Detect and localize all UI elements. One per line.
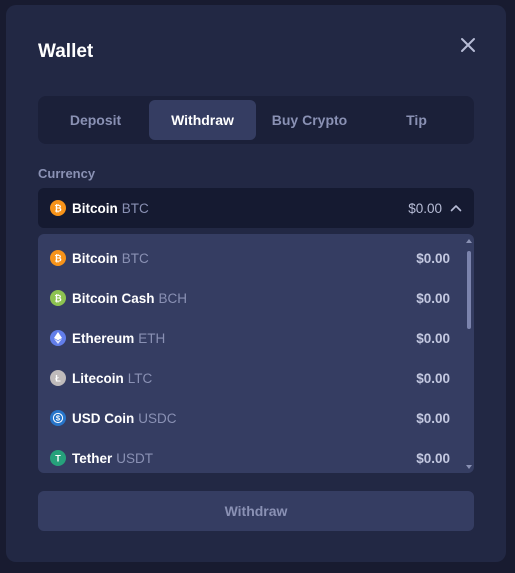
currency-symbol: ETH	[138, 330, 166, 346]
usd-coin-icon: $	[50, 410, 66, 426]
tab-tip[interactable]: Tip	[363, 100, 470, 140]
wallet-tabs: Deposit Withdraw Buy Crypto Tip	[38, 96, 474, 144]
tab-deposit[interactable]: Deposit	[42, 100, 149, 140]
selected-currency-symbol: BTC	[121, 200, 149, 216]
currency-label: Currency	[38, 166, 96, 181]
modal-title: Wallet	[38, 41, 94, 62]
svg-text:$: $	[56, 414, 61, 423]
bitcoin-icon: ₿	[50, 250, 66, 266]
currency-dropdown: ₿ Bitcoin BTC $0.00 ₿ Bitcoin Cash BCH $…	[38, 234, 474, 473]
bitcoin-icon: ₿	[50, 200, 66, 216]
currency-name: Ethereum	[72, 330, 135, 346]
bitcoin-cash-icon: ₿	[50, 290, 66, 306]
dropdown-scrollbar[interactable]	[464, 234, 474, 473]
close-button[interactable]	[456, 33, 480, 57]
currency-option-ltc[interactable]: Ł Litecoin LTC $0.00	[38, 358, 464, 398]
currency-amount: $0.00	[416, 330, 450, 346]
currency-amount: $0.00	[416, 450, 450, 466]
currency-option-usdt[interactable]: T Tether USDT $0.00	[38, 438, 464, 473]
litecoin-icon: Ł	[50, 370, 66, 386]
withdraw-button[interactable]: Withdraw	[38, 491, 474, 531]
close-icon	[461, 38, 475, 52]
svg-text:₿: ₿	[54, 294, 61, 304]
svg-text:Ł: Ł	[55, 374, 61, 384]
currency-name: USD Coin	[72, 410, 135, 426]
currency-option-eth[interactable]: Ethereum ETH $0.00	[38, 318, 464, 358]
currency-name: Bitcoin	[72, 250, 118, 266]
scroll-down-icon[interactable]	[466, 464, 472, 470]
currency-symbol: LTC	[127, 370, 153, 386]
currency-amount: $0.00	[416, 410, 450, 426]
selected-currency-amount: $0.00	[408, 200, 442, 216]
scrollbar-thumb[interactable]	[467, 251, 471, 329]
currency-symbol: BCH	[158, 290, 188, 306]
currency-option-btc[interactable]: ₿ Bitcoin BTC $0.00	[38, 238, 464, 278]
tether-icon: T	[50, 450, 66, 466]
chevron-up-icon	[450, 204, 462, 212]
currency-name: Litecoin	[72, 370, 124, 386]
currency-symbol: USDC	[138, 410, 177, 426]
svg-text:₿: ₿	[54, 254, 61, 264]
currency-option-bch[interactable]: ₿ Bitcoin Cash BCH $0.00	[38, 278, 464, 318]
svg-text:T: T	[55, 454, 61, 464]
currency-symbol: BTC	[121, 250, 149, 266]
scroll-up-icon[interactable]	[466, 238, 472, 244]
ethereum-icon	[50, 330, 66, 346]
svg-text:₿: ₿	[54, 204, 61, 214]
wallet-modal: Wallet Deposit Withdraw Buy Crypto Tip C…	[6, 5, 506, 562]
currency-amount: $0.00	[416, 250, 450, 266]
tab-withdraw[interactable]: Withdraw	[149, 100, 256, 140]
currency-amount: $0.00	[416, 290, 450, 306]
currency-name: Bitcoin Cash	[72, 290, 155, 306]
currency-symbol: USDT	[116, 450, 154, 466]
currency-option-usdc[interactable]: $ USD Coin USDC $0.00	[38, 398, 464, 438]
currency-amount: $0.00	[416, 370, 450, 386]
currency-name: Tether	[72, 450, 113, 466]
tab-buy-crypto[interactable]: Buy Crypto	[256, 100, 363, 140]
selected-currency-name: Bitcoin	[72, 200, 118, 216]
currency-select[interactable]: ₿ Bitcoin BTC $0.00	[38, 188, 474, 228]
